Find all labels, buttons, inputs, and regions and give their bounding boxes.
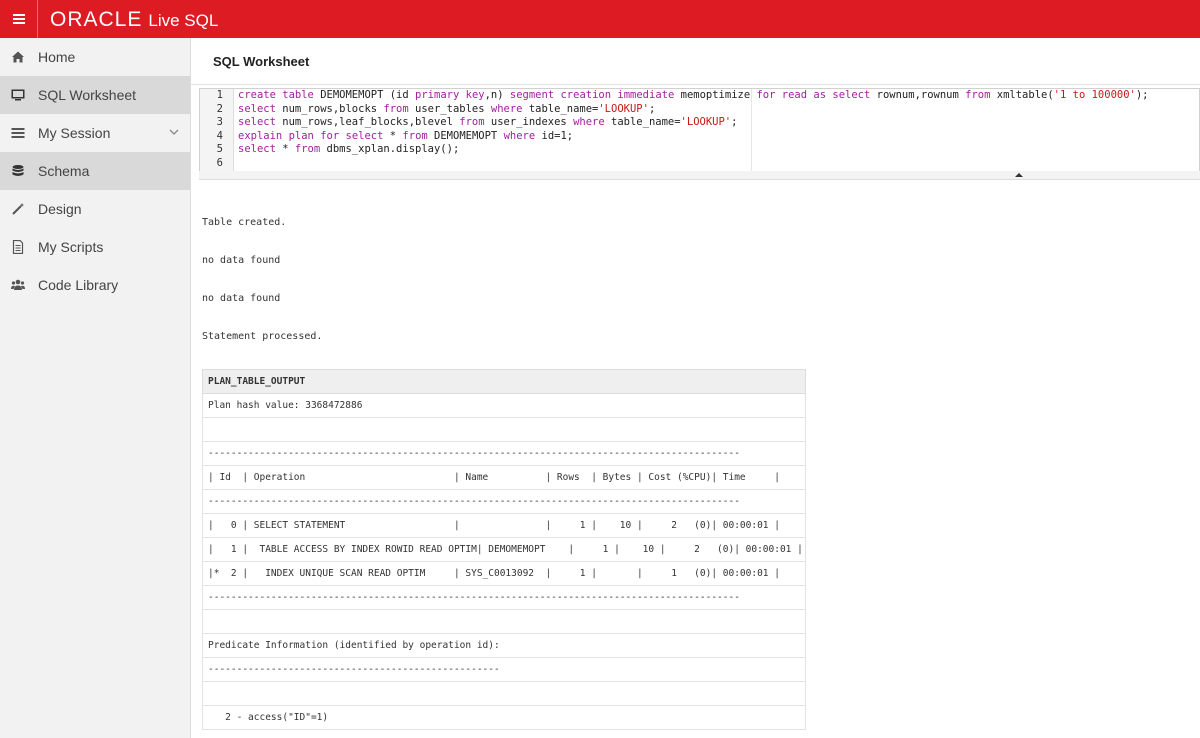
users-icon (11, 279, 25, 290)
sidebar: Home SQL Worksheet My Session Schema Des… (0, 38, 191, 738)
result-message: Table created. (202, 217, 287, 228)
list-icon (11, 128, 25, 138)
editor-resize-handle[interactable] (199, 171, 1200, 180)
table-row: Plan hash value: 3368472886 (202, 393, 806, 418)
line-number: 1 (216, 89, 223, 101)
table-row: ----------------------------------------… (202, 585, 806, 610)
sidebar-item-label: Design (38, 201, 82, 217)
line-number: 6 (216, 156, 223, 169)
main-content: SQL Worksheet 1 2 3 4 5 6 create table D… (191, 38, 1200, 738)
code-area[interactable]: create table DEMOMEMOPT (id primary key,… (238, 89, 1199, 170)
code-line[interactable]: select num_rows,blocks from user_tables … (238, 103, 1199, 117)
topbar-divider (37, 0, 38, 38)
result-message: Statement processed. (202, 331, 323, 342)
product-name: Live SQL (148, 11, 219, 30)
sidebar-item-label: My Scripts (38, 239, 104, 255)
sidebar-item-schema[interactable]: Schema (0, 152, 190, 190)
sidebar-item-design[interactable]: Design (0, 190, 190, 228)
database-icon (12, 165, 24, 176)
sidebar-item-my-session[interactable]: My Session (0, 114, 190, 152)
line-number: 3 (216, 116, 223, 128)
sidebar-item-label: SQL Worksheet (38, 87, 137, 103)
sidebar-item-label: Home (38, 49, 76, 65)
line-number: 2 (216, 102, 223, 115)
sidebar-item-code-library[interactable]: Code Library (0, 266, 190, 304)
column-header: PLAN_TABLE_OUTPUT (202, 369, 806, 394)
page-title: SQL Worksheet (213, 54, 310, 69)
line-number: 4 (216, 129, 223, 142)
code-line[interactable]: select num_rows,leaf_blocks,blevel from … (238, 116, 1199, 130)
table-row: ----------------------------------------… (202, 441, 806, 466)
wand-icon (12, 203, 24, 215)
result-message: no data found (202, 293, 281, 304)
sidebar-item-home[interactable]: Home (0, 38, 190, 76)
table-row: 2 - access("ID"=1) (202, 705, 806, 730)
sidebar-item-sql-worksheet[interactable]: SQL Worksheet (0, 76, 190, 114)
code-line[interactable]: explain plan for select * from DEMOMEMOP… (238, 130, 1199, 144)
sidebar-item-label: Schema (38, 163, 90, 179)
chevron-down-icon[interactable] (168, 126, 180, 138)
line-number: 5 (216, 143, 223, 155)
sidebar-item-label: Code Library (38, 277, 119, 293)
table-row: Predicate Information (identified by ope… (202, 633, 806, 658)
brand-logo[interactable]: ORACLE Live SQL (50, 8, 218, 32)
sql-editor[interactable]: 1 2 3 4 5 6 create table DEMOMEMOPT (id … (199, 88, 1200, 172)
sidebar-item-label: My Session (38, 125, 111, 141)
table-row: | Id | Operation | Name | Rows | Bytes |… (202, 465, 806, 490)
table-row (202, 681, 806, 706)
code-line[interactable]: select * from dbms_xplan.display(); (238, 143, 1199, 157)
home-icon (12, 51, 24, 63)
table-row (202, 417, 806, 442)
table-row: | 0 | SELECT STATEMENT | | 1 | 10 | 2 (0… (202, 513, 806, 538)
table-row: ----------------------------------------… (202, 657, 806, 682)
result-message: no data found (202, 255, 281, 266)
line-number-gutter: 1 2 3 4 5 6 (200, 89, 234, 171)
monitor-icon (11, 89, 25, 101)
collapse-arrow-icon[interactable] (1015, 173, 1023, 177)
table-row: |* 2 | INDEX UNIQUE SCAN READ OPTIM | SY… (202, 561, 806, 586)
plan-output-table: PLAN_TABLE_OUTPUT Plan hash value: 33684… (202, 369, 806, 730)
hamburger-icon[interactable] (0, 0, 38, 38)
divider (191, 84, 1200, 85)
code-line[interactable]: create table DEMOMEMOPT (id primary key,… (238, 89, 1199, 103)
top-bar: ORACLE Live SQL (0, 0, 1200, 38)
code-line[interactable] (238, 157, 1199, 171)
table-row (202, 609, 806, 634)
table-row: | 1 | TABLE ACCESS BY INDEX ROWID READ O… (202, 537, 806, 562)
document-icon (12, 240, 24, 254)
oracle-logo-text: ORACLE (50, 8, 143, 31)
sidebar-item-my-scripts[interactable]: My Scripts (0, 228, 190, 266)
table-row: ----------------------------------------… (202, 489, 806, 514)
